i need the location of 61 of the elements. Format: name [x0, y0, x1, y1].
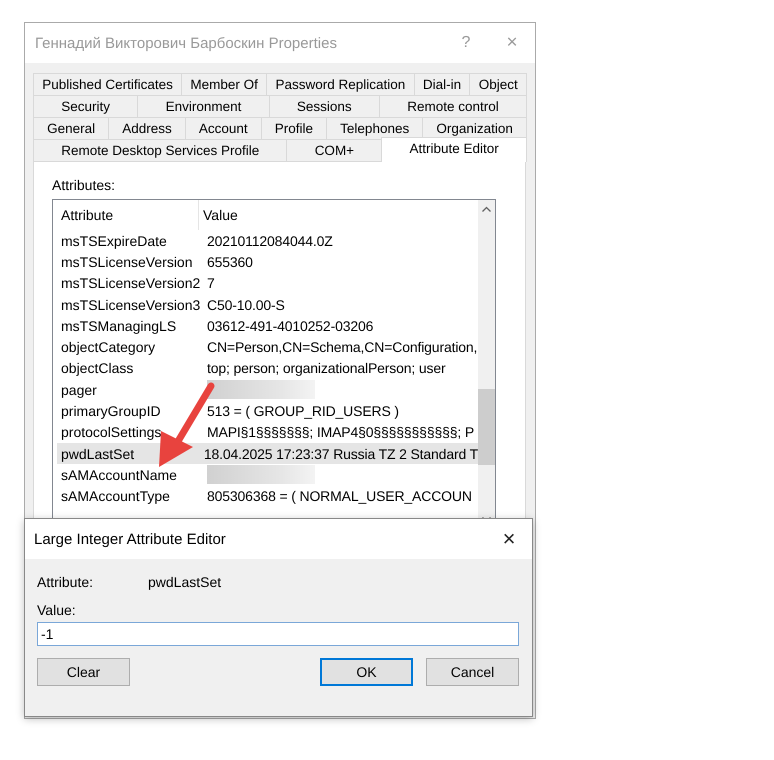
table-cell-text: msTSLicenseVersion3: [60, 296, 202, 313]
list-row[interactable]: objectClass top; person; organizationalPerson; user: [57, 358, 478, 380]
tab[interactable]: Organization: [422, 117, 527, 139]
tab[interactable]: Remote Desktop Services Profile: [33, 139, 288, 161]
tab[interactable]: Telephones: [326, 117, 424, 139]
tab[interactable]: Attribute Editor: [381, 137, 527, 162]
field-label: Value:: [37, 602, 77, 620]
list-row[interactable]: objectCategory CN=Person,CN=Schema,CN=Configuration,: [57, 336, 478, 358]
column-header[interactable]: Value: [199, 200, 238, 230]
table-cell-text: objectCategory: [60, 339, 156, 356]
table-cell-text: CN=Person,CN=Schema,CN=Configuration,: [206, 339, 478, 356]
list-row[interactable]: pwdLastSet 18.04.2025 17:23:37 Russia TZ 2 Standard T: [57, 442, 478, 464]
table-cell-text: 18.04.2025 17:23:37 Russia TZ 2 Standard T: [202, 446, 478, 462]
button[interactable]: Clear: [37, 658, 130, 686]
table-cell-text: objectClass: [60, 360, 134, 376]
table-cell-text: msTSManagingLS: [60, 318, 178, 334]
table-cell-text: 513 = ( GROUP_RID_USERS ): [206, 403, 400, 420]
list-row[interactable]: msTSExpireDate 20210112084044.0Z: [57, 230, 478, 252]
window-title: Геннадий Викторович Барбоскин Properties: [35, 34, 338, 52]
dialog-title: Large Integer Attribute Editor: [34, 530, 227, 548]
table-cell-text: 805306368 = ( NORMAL_USER_ACCOUN: [206, 488, 473, 504]
table-cell-text: sAMAccountName: [60, 466, 178, 483]
button[interactable]: OK: [320, 658, 413, 686]
input-field[interactable]: -1: [37, 622, 519, 646]
tab[interactable]: Password Replication: [266, 73, 415, 95]
tab[interactable]: Object: [469, 73, 528, 95]
table-cell-text: pwdLastSet: [60, 446, 136, 462]
table-cell-text: msTSLicenseVersion: [60, 254, 194, 270]
attribute-name: pwdLastSet: [148, 574, 222, 590]
list-row[interactable]: pager: [57, 379, 478, 400]
table-cell-text: C50-10.00-S: [206, 296, 286, 313]
tab[interactable]: Security: [33, 95, 138, 117]
column-header[interactable]: Attribute: [57, 200, 199, 230]
list-row[interactable]: sAMAccountType 805306368 = ( NORMAL_USER_ACCOUN: [57, 486, 478, 507]
button[interactable]: Cancel: [426, 658, 519, 686]
list-row[interactable]: msTSLicenseVersion3 C50-10.00-S: [57, 294, 478, 316]
table-cell-text: msTSExpireDate: [60, 232, 168, 249]
field-label: Attribute:: [37, 574, 94, 590]
table-cell-text: pager: [60, 382, 98, 398]
list-row[interactable]: protocolSettings MAPI§1§§§§§§§; IMAP4§0§§§§§§§§§§§; P: [57, 422, 478, 443]
list-row[interactable]: msTSLicenseVersion2 7: [57, 272, 478, 294]
table-cell-text: sAMAccountType: [60, 488, 171, 504]
table-cell-text: primaryGroupID: [60, 403, 162, 420]
list-row[interactable]: msTSManagingLS 03612-491-4010252-03206: [57, 315, 478, 336]
tab[interactable]: Remote control: [378, 95, 528, 117]
table-cell-text: 655360: [206, 254, 254, 270]
section-label: Attributes:: [52, 177, 116, 195]
table-cell-text: MAPI§1§§§§§§§; IMAP4§0§§§§§§§§§§§; P: [206, 424, 476, 440]
tab[interactable]: General: [33, 117, 110, 139]
list-row[interactable]: primaryGroupID 513 = ( GROUP_RID_USERS ): [57, 400, 478, 422]
close-button[interactable]: ×: [486, 526, 532, 552]
table-cell-text: 7: [206, 275, 216, 292]
list-row[interactable]: sAMAccountName: [57, 464, 478, 486]
table-cell-text: 20210112084044.0Z: [206, 232, 334, 249]
list-row[interactable]: msTSLicenseVersion 655360: [57, 251, 478, 273]
table-cell-text: protocolSettings: [60, 424, 162, 440]
table-cell-text: top; person; organizationalPerson; user: [206, 360, 447, 376]
scroll-thumb[interactable]: [478, 389, 495, 465]
tab[interactable]: Published Certificates: [33, 73, 182, 95]
table-cell-text: msTSLicenseVersion2: [60, 275, 202, 292]
table-cell-text: 03612-491-4010252-03206: [206, 318, 374, 334]
